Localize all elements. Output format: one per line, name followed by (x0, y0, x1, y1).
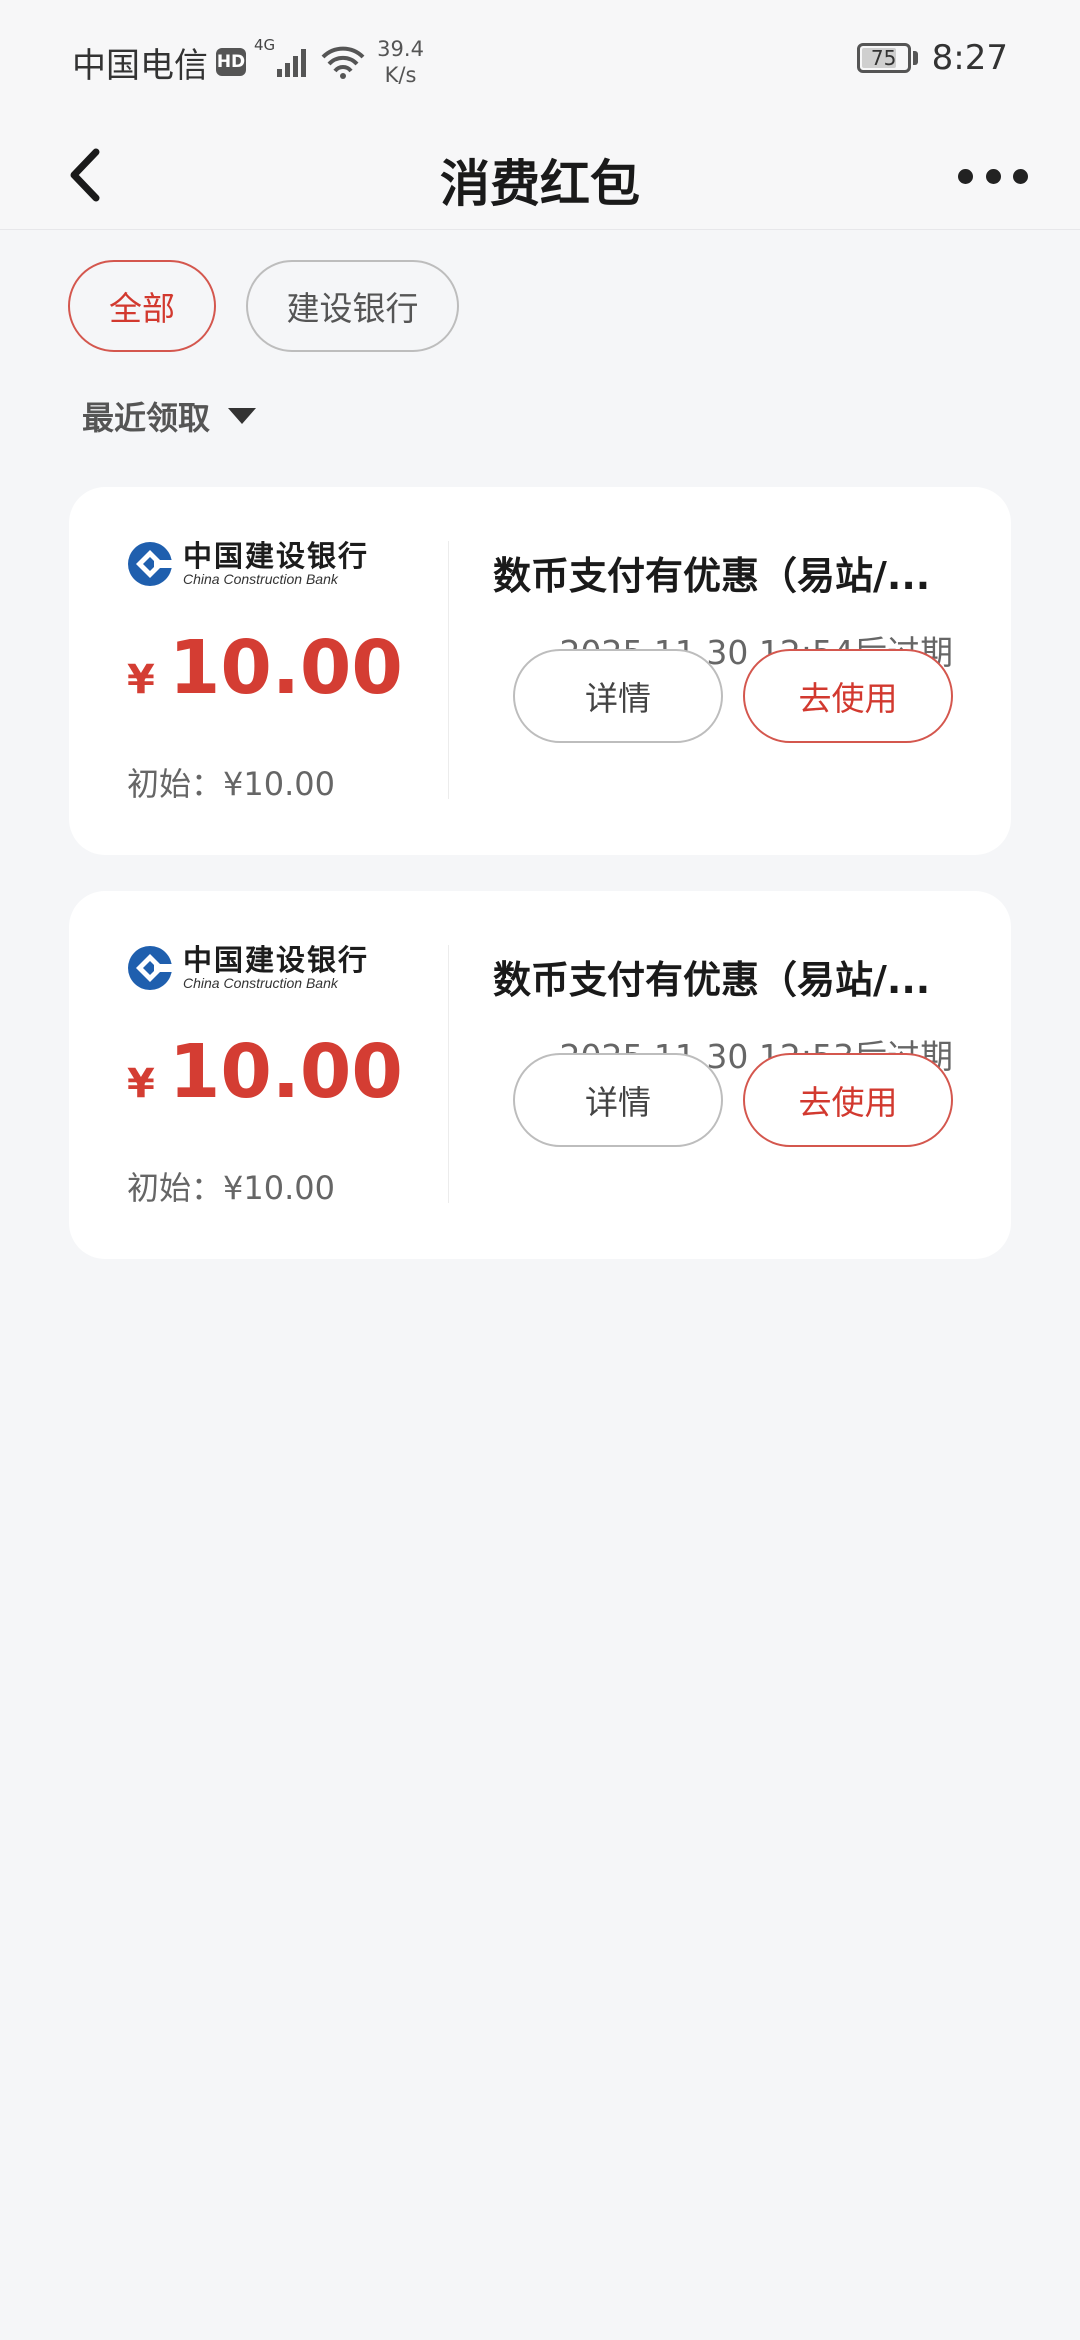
coupon-title: 数币支付有优惠（易站/... (493, 958, 931, 1002)
bank-name-cn: 中国建设银行 (183, 539, 370, 573)
use-button[interactable]: 去使用 (743, 649, 953, 743)
coupon-title: 数币支付有优惠（易站/... (493, 554, 931, 598)
card-actions: 详情 去使用 (513, 649, 953, 743)
card-divider (448, 541, 449, 799)
currency-symbol: ¥ (127, 1061, 155, 1107)
bank-name-en: China Construction Bank (183, 571, 338, 587)
use-button[interactable]: 去使用 (743, 1053, 953, 1147)
speed-value: 39.4 (377, 37, 424, 61)
coupon-card: 中国建设银行 China Construction Bank ¥ 10.00 初… (69, 891, 1011, 1259)
bank-logo: 中国建设银行 China Construction Bank (127, 945, 457, 991)
filter-bank-chip[interactable]: 建设银行 (246, 260, 459, 352)
amount-value: 10.00 (168, 1029, 403, 1115)
bank-name-cn: 中国建设银行 (183, 943, 370, 977)
network-type: 4G (254, 36, 276, 54)
coupon-amount: ¥ 10.00 (127, 1029, 403, 1115)
wifi-icon (321, 46, 365, 79)
hd-badge: HD (216, 48, 246, 76)
card-divider (448, 945, 449, 1203)
speed-unit: K/s (384, 63, 417, 87)
clock: 8:27 (931, 38, 1008, 78)
caret-down-icon (228, 408, 257, 424)
sort-label: 最近领取 (82, 399, 211, 437)
sort-dropdown[interactable]: 最近领取 (82, 393, 257, 439)
network-speed: 39.4 K/s (377, 36, 424, 88)
bank-name-en: China Construction Bank (183, 975, 338, 991)
ccb-logo-icon (128, 946, 173, 990)
detail-button[interactable]: 详情 (513, 1053, 723, 1147)
carrier-name: 中国电信 (72, 45, 208, 86)
battery-tip (912, 51, 918, 65)
coupon-amount: ¥ 10.00 (127, 625, 403, 711)
filter-chips: 全部 建设银行 (68, 260, 459, 352)
initial-amount: 初始：¥10.00 (127, 1169, 335, 1207)
more-menu-icon[interactable] (958, 156, 1028, 196)
detail-button[interactable]: 详情 (513, 649, 723, 743)
nav-bar: 消费红包 (0, 120, 1080, 230)
signal-icon (277, 47, 309, 77)
initial-amount: 初始：¥10.00 (127, 765, 335, 803)
card-actions: 详情 去使用 (513, 1053, 953, 1147)
bank-logo: 中国建设银行 China Construction Bank (127, 541, 457, 587)
filter-all-chip[interactable]: 全部 (68, 260, 216, 352)
status-bar: 中国电信 HD 4G 39.4 K/s 75 8:27 (0, 0, 1080, 120)
amount-value: 10.00 (168, 625, 403, 711)
page-title: 消费红包 (440, 155, 640, 213)
battery-icon: 75 (856, 43, 911, 73)
ccb-logo-icon (128, 542, 173, 586)
battery-level: 75 (870, 46, 897, 70)
currency-symbol: ¥ (127, 657, 155, 703)
coupon-card: 中国建设银行 China Construction Bank ¥ 10.00 初… (69, 487, 1011, 855)
